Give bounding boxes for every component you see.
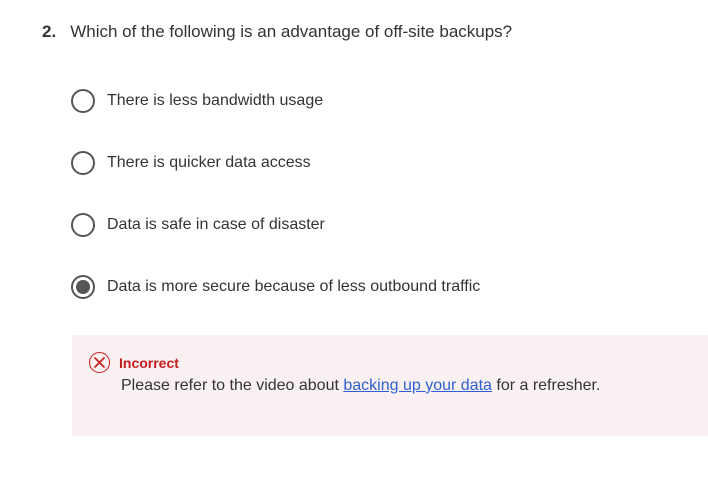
option-4[interactable]: Data is more secure because of less outb…	[71, 273, 671, 301]
feedback-header: Incorrect	[89, 352, 179, 373]
radio-button[interactable]	[71, 89, 95, 113]
radio-button[interactable]	[71, 213, 95, 237]
question-text: Which of the following is an advantage o…	[70, 22, 513, 41]
video-link[interactable]: backing up your data	[343, 377, 492, 394]
radio-button-selected[interactable]	[71, 275, 95, 299]
feedback-message: Please refer to the video about backing …	[121, 377, 600, 395]
option-1[interactable]: There is less bandwidth usage	[71, 87, 671, 115]
feedback-text-before: Please refer to the video about	[121, 377, 344, 394]
option-label: Data is more secure because of less outb…	[107, 278, 481, 295]
option-2[interactable]: There is quicker data access	[71, 149, 671, 177]
question: 2. Which of the following is an advantag…	[42, 21, 512, 43]
feedback-text-after: for a refresher.	[491, 377, 601, 394]
option-label: There is less bandwidth usage	[107, 92, 324, 109]
incorrect-icon	[89, 352, 110, 373]
option-3[interactable]: Data is safe in case of disaster	[71, 211, 671, 239]
radio-button[interactable]	[71, 151, 95, 175]
question-number: 2.	[42, 22, 57, 41]
option-label: There is quicker data access	[107, 154, 311, 171]
answer-options: There is less bandwidth usage There is q…	[71, 87, 671, 335]
feedback-status: Incorrect	[119, 354, 179, 371]
option-label: Data is safe in case of disaster	[107, 216, 325, 233]
feedback-panel: Incorrect Please refer to the video abou…	[72, 335, 708, 436]
